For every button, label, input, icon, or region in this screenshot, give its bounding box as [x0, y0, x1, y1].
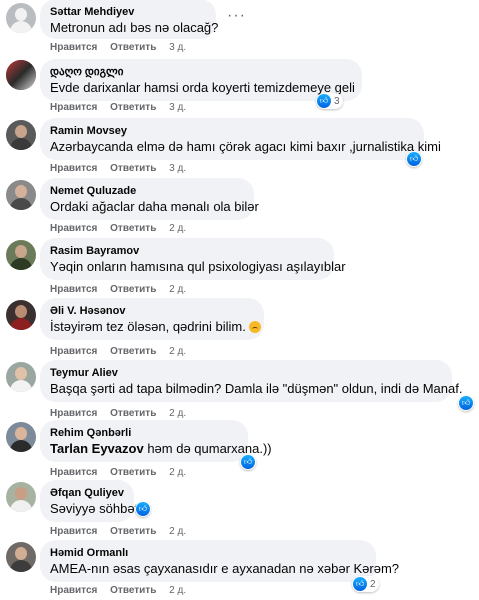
comment-text: Azərbaycanda elmə də hamı çörək agacı ki… — [50, 139, 441, 154]
comment-text: Evde darixanlar hamsi orda koyerti temiz… — [50, 80, 355, 95]
reply-link[interactable]: Ответить — [110, 585, 156, 596]
comment-bubble: Əli V. Həsənov İstəyirəm tez öləsən, qəd… — [40, 298, 264, 340]
avatar[interactable] — [6, 120, 36, 150]
author-name[interactable]: Nemet Quluzade — [50, 184, 242, 198]
reply-link[interactable]: Ответить — [110, 284, 156, 295]
comment-text: Tarlan Eyvazov həm də qumarxana.)) — [50, 441, 272, 456]
author-name[interactable]: Teymur Aliev — [50, 366, 440, 380]
reaction-summary[interactable]: 👍︎ — [135, 501, 151, 517]
like-link[interactable]: Нравится — [50, 585, 97, 596]
comment-bubble: Rasim Bayramov Yəqin onların hamısına qu… — [40, 238, 346, 280]
more-options-icon[interactable]: ··· — [227, 7, 246, 25]
author-name[interactable]: Əli V. Həsənov — [50, 304, 252, 318]
comment-actions: Нравится Ответить 2 д. — [50, 585, 186, 596]
timestamp[interactable]: 2 д. — [169, 467, 186, 478]
reply-link[interactable]: Ответить — [110, 42, 156, 53]
timestamp[interactable]: 3 д. — [169, 102, 186, 113]
timestamp[interactable]: 2 д. — [169, 284, 186, 295]
reaction-summary[interactable]: 👍︎ — [240, 454, 256, 470]
comment-actions: Нравится Ответить 2 д. — [50, 526, 186, 537]
author-name[interactable]: Həmid Ormanlı — [50, 546, 364, 560]
avatar[interactable] — [6, 422, 36, 452]
avatar[interactable] — [6, 300, 36, 330]
avatar[interactable] — [6, 362, 36, 392]
sad-emoji-icon — [248, 321, 261, 333]
comment-actions: Нравится Ответить 3 д. — [50, 42, 186, 53]
timestamp[interactable]: 2 д. — [169, 408, 186, 419]
comment-actions: Нравится Ответить 2 д. — [50, 223, 186, 234]
avatar[interactable] — [6, 180, 36, 210]
author-name[interactable]: Əfqan Quliyev — [50, 486, 124, 500]
avatar[interactable] — [6, 542, 36, 572]
timestamp[interactable]: 2 д. — [169, 346, 186, 357]
comment-bubble: Həmid Ormanlı AMEA-nın əsas çayxanasıdır… — [40, 540, 400, 582]
reply-link[interactable]: Ответить — [110, 163, 156, 174]
like-link[interactable]: Нравится — [50, 526, 97, 537]
reaction-summary[interactable]: 👍︎ — [406, 151, 422, 167]
like-reaction-icon: 👍︎ — [317, 94, 331, 108]
comment-text: Səviyyə söhbət — [50, 501, 139, 516]
reaction-count: 3 — [334, 95, 340, 107]
timestamp[interactable]: 2 д. — [169, 526, 186, 537]
reaction-summary[interactable]: 👍︎ — [458, 395, 474, 411]
avatar[interactable] — [6, 3, 36, 33]
like-link[interactable]: Нравится — [50, 102, 97, 113]
avatar[interactable] — [6, 240, 36, 270]
timestamp[interactable]: 2 д. — [169, 223, 186, 234]
comment-text: Ordaki ağaclar daha mənalı ola bilər — [50, 199, 259, 214]
comment-text: Başqa şərti ad tapa bilmədin? Damla ilə … — [50, 381, 463, 396]
comment-actions: Нравится Ответить 2 д. — [50, 346, 186, 357]
reply-link[interactable]: Ответить — [110, 102, 156, 113]
comment-bubble: Nemet Quluzade Ordaki ağaclar daha mənal… — [40, 178, 259, 220]
like-reaction-icon: 👍︎ — [353, 577, 367, 591]
like-link[interactable]: Нравится — [50, 467, 97, 478]
author-name[interactable]: Ramin Movsey — [50, 124, 412, 138]
comment-bubble: დაღო დიგლი Evde darixanlar hamsi orda ko… — [40, 59, 362, 101]
like-reaction-icon: 👍︎ — [241, 455, 255, 469]
reaction-summary[interactable]: 👍︎ 3 — [316, 93, 343, 109]
comment-bubble: Rehim Qənbərli Tarlan Eyvazov həm də qum… — [40, 420, 272, 462]
like-reaction-icon: 👍︎ — [407, 152, 421, 166]
reaction-summary[interactable]: 👍︎ 2 — [352, 576, 379, 592]
comment-bubble: Səttar Mehdiyev Metronun adı bəs nə olac… — [40, 0, 219, 39]
comment-text: AMEA-nın əsas çayxanasıdır e ayxanadan n… — [50, 561, 400, 576]
comment-actions: Нравится Ответить 2 д. — [50, 284, 186, 295]
timestamp[interactable]: 2 д. — [169, 585, 186, 596]
comment-actions: Нравится Ответить 3 д. — [50, 102, 186, 113]
comment-text: Yəqin onların hamısına qul psixologiyası… — [50, 259, 346, 274]
comment-actions: Нравится Ответить 2 д. — [50, 467, 186, 478]
comment-text: İstəyirəm tez öləsən, qədrini bilim. — [50, 318, 261, 335]
comment-text: Metronun adı bəs nə olacağ? — [50, 20, 219, 35]
like-reaction-icon: 👍︎ — [136, 502, 150, 516]
author-name[interactable]: Səttar Mehdiyev — [50, 5, 204, 19]
comment-bubble: Teymur Aliev Başqa şərti ad tapa bilmədi… — [40, 360, 463, 402]
reply-link[interactable]: Ответить — [110, 467, 156, 478]
avatar[interactable] — [6, 60, 36, 90]
like-link[interactable]: Нравится — [50, 408, 97, 419]
timestamp[interactable]: 3 д. — [169, 42, 186, 53]
reply-link[interactable]: Ответить — [110, 408, 156, 419]
comment-bubble: Ramin Movsey Azərbaycanda elmə də hamı ç… — [40, 118, 441, 160]
like-link[interactable]: Нравится — [50, 223, 97, 234]
timestamp[interactable]: 3 д. — [169, 163, 186, 174]
comment-bubble: Əfqan Quliyev Səviyyə söhbət — [40, 480, 139, 522]
author-name[interactable]: Rasim Bayramov — [50, 244, 322, 258]
author-name[interactable]: Rehim Qənbərli — [50, 426, 236, 440]
reply-link[interactable]: Ответить — [110, 223, 156, 234]
author-name[interactable]: დაღო დიგლი — [50, 65, 350, 79]
like-reaction-icon: 👍︎ — [459, 396, 473, 410]
reply-link[interactable]: Ответить — [110, 346, 156, 357]
reply-link[interactable]: Ответить — [110, 526, 156, 537]
avatar[interactable] — [6, 482, 36, 512]
like-link[interactable]: Нравится — [50, 346, 97, 357]
mention-link[interactable]: Tarlan Eyvazov — [50, 441, 144, 456]
reaction-count: 2 — [370, 578, 376, 590]
comment-actions: Нравится Ответить 2 д. — [50, 408, 186, 419]
like-link[interactable]: Нравится — [50, 42, 97, 53]
comment-actions: Нравится Ответить 3 д. — [50, 163, 186, 174]
like-link[interactable]: Нравится — [50, 163, 97, 174]
like-link[interactable]: Нравится — [50, 284, 97, 295]
